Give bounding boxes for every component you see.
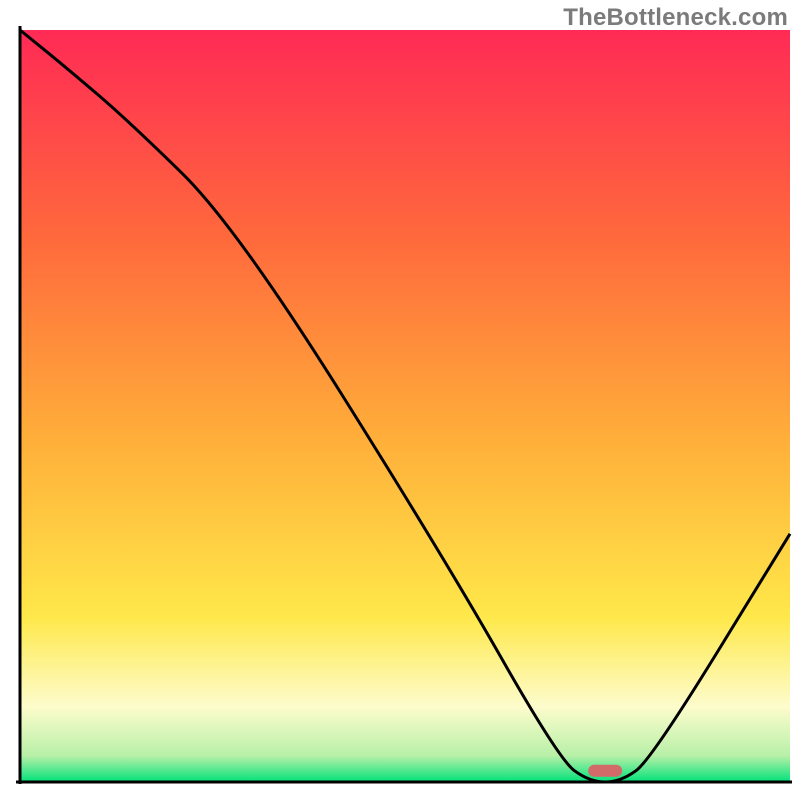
- chart-canvas: [0, 0, 800, 800]
- plot-background: [20, 30, 790, 782]
- optimal-marker: [588, 765, 622, 777]
- bottleneck-chart: TheBottleneck.com: [0, 0, 800, 800]
